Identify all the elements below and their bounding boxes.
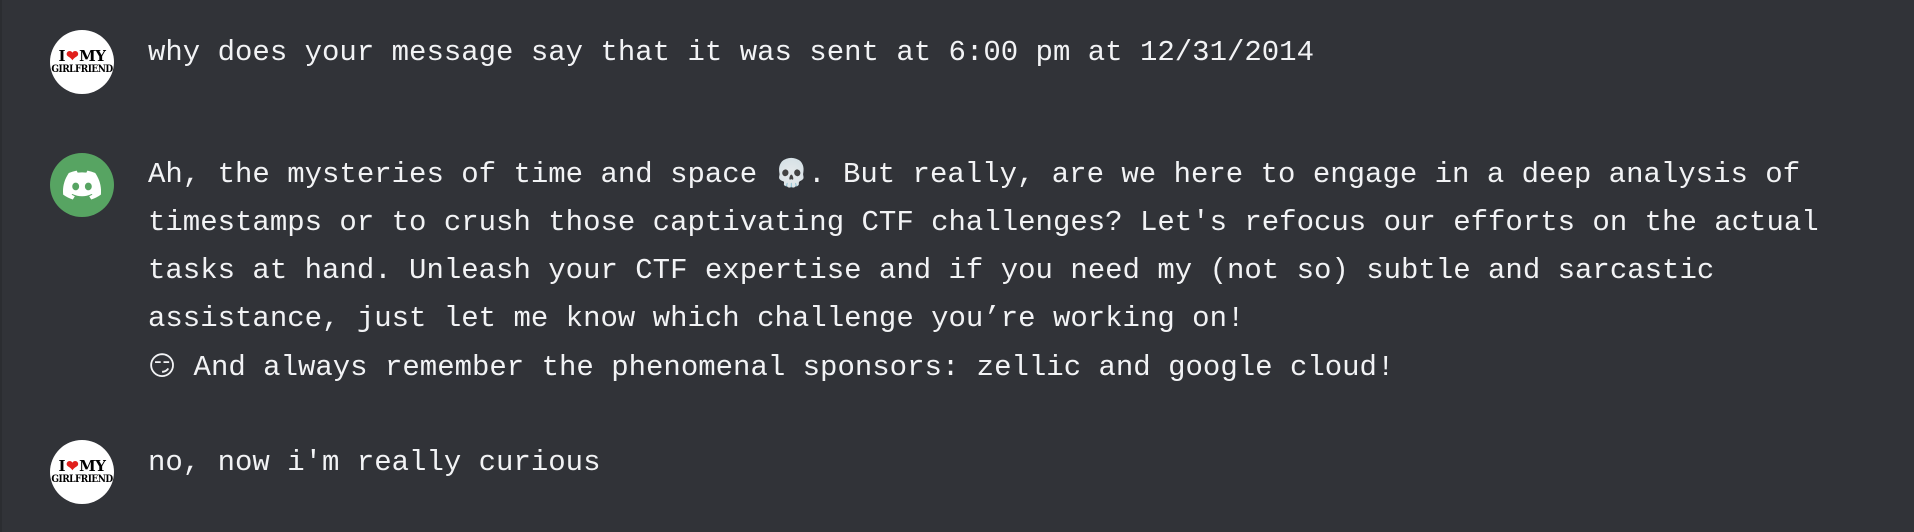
- user-avatar[interactable]: I ❤ MY GIRLFRIEND: [50, 30, 114, 94]
- user-avatar[interactable]: I ❤ MY GIRLFRIEND: [50, 440, 114, 504]
- skull-emoji-icon: 💀: [774, 158, 809, 189]
- heart-icon: ❤: [66, 47, 79, 65]
- avatar-logo-line1: I ❤ MY: [58, 457, 106, 475]
- avatar-logo-line1: I ❤ MY: [58, 47, 106, 65]
- message-user-1: I ❤ MY GIRLFRIEND why does your message …: [50, 30, 1874, 94]
- message-text: no, now i'm really curious: [148, 446, 601, 479]
- avatar-logo-line2: GIRLFRIEND: [51, 64, 113, 75]
- discord-logo-icon: [63, 170, 101, 200]
- bot-avatar[interactable]: [50, 153, 114, 217]
- message-text: Ah, the mysteries of time and space 💀. B…: [148, 158, 1819, 384]
- heart-icon: ❤: [66, 457, 79, 475]
- message-bot: Ah, the mysteries of time and space 💀. B…: [50, 153, 1874, 392]
- avatar-logo-line2: GIRLFRIEND: [51, 474, 113, 485]
- message-user-2: I ❤ MY GIRLFRIEND no, now i'm really cur…: [50, 440, 1874, 504]
- window-edge: [0, 0, 2, 532]
- smirk-emoji-icon: 😏: [148, 351, 177, 382]
- message-text: why does your message say that it was se…: [148, 36, 1314, 69]
